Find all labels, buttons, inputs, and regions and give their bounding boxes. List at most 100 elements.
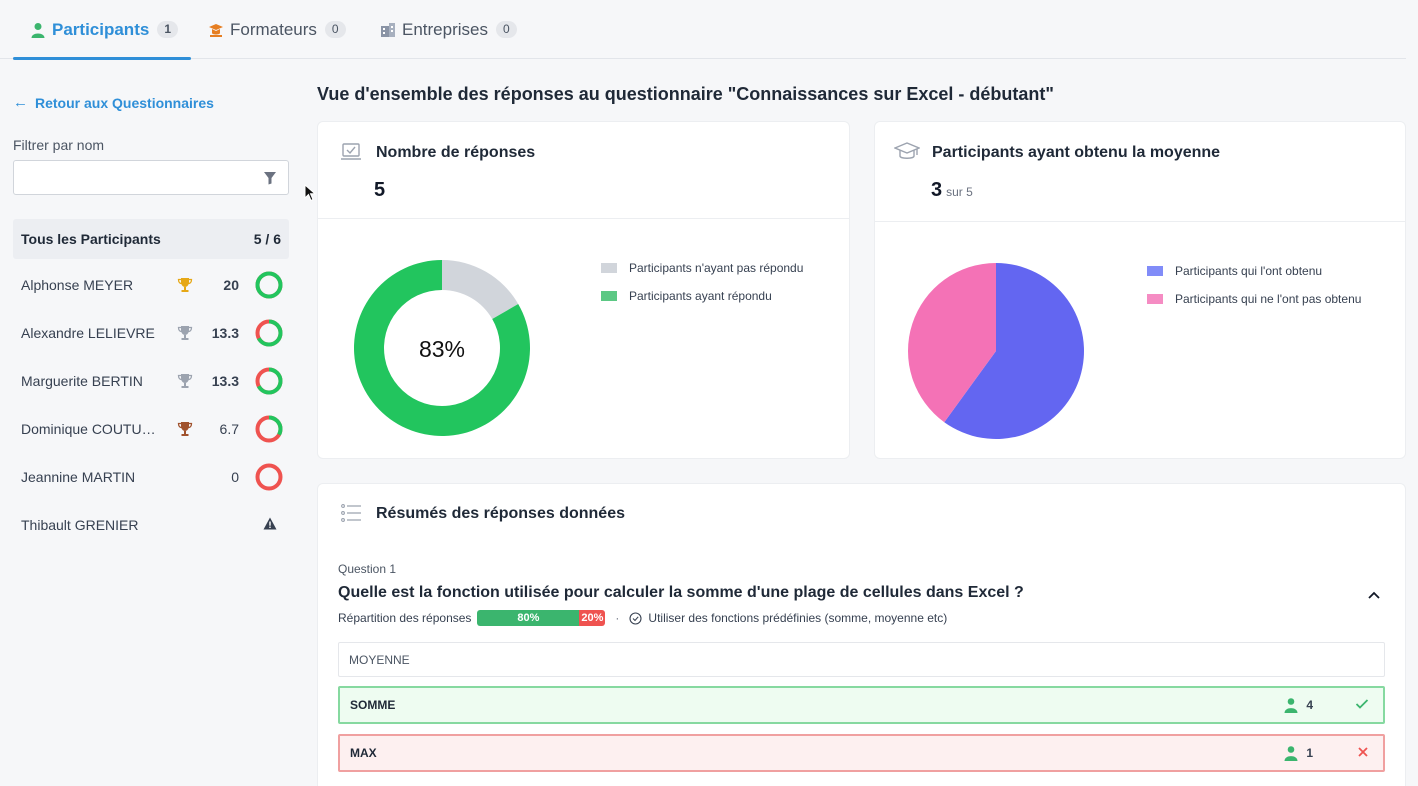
- response-distribution: Répartition des réponses 80% 20% · Utili…: [338, 609, 947, 627]
- average-legend: Participants qui l'ont obtenu Participan…: [1147, 264, 1361, 320]
- responses-legend: Participants n'ayant pas répondu Partici…: [601, 261, 803, 317]
- answer-count-value: 4: [1306, 698, 1313, 712]
- distribution-label: Répartition des réponses: [338, 611, 472, 625]
- separator-dot: ·: [615, 611, 620, 625]
- answer-label: SOMME: [350, 698, 396, 712]
- average-count: 3 sur 5: [931, 179, 973, 202]
- participant-row[interactable]: Marguerite BERTIN 13.3: [21, 357, 283, 405]
- average-card-title: Participants ayant obtenu la moyenne: [932, 144, 1221, 161]
- legend-swatch: [601, 263, 617, 273]
- donut-center-label: 83%: [419, 336, 465, 362]
- legend-label: Participants n'ayant pas répondu: [629, 261, 804, 275]
- all-participants-row[interactable]: Tous les Participants 5 / 6: [13, 219, 289, 259]
- laptop-check-icon: [340, 142, 362, 167]
- participant-row[interactable]: Alexandre LELIEVRE 13.3: [21, 309, 283, 357]
- card-divider: [875, 221, 1405, 222]
- legend-swatch: [601, 291, 617, 301]
- summary-title: Résumés des réponses données: [376, 505, 625, 522]
- participant-score: 6.7: [219, 421, 239, 437]
- legend-label: Participants qui ne l'ont pas obtenu: [1175, 292, 1362, 306]
- graduation-cap-icon: [893, 142, 921, 167]
- answer-count-value: 1: [1306, 746, 1313, 760]
- average-total: sur 5: [946, 185, 973, 199]
- skill-label: Utiliser des fonctions prédéfinies (somm…: [648, 611, 948, 625]
- user-icon: [1284, 698, 1298, 713]
- tab-formateurs-label: Formateurs: [230, 19, 317, 39]
- check-icon: [1355, 698, 1369, 713]
- answer-option-wrong[interactable]: MAX 1: [338, 734, 1385, 772]
- tab-participants-label: Participants: [52, 19, 150, 39]
- participant-score: 0: [231, 469, 239, 485]
- average-pie-chart: [908, 263, 1084, 439]
- question-text: Quelle est la fonction utilisée pour cal…: [338, 584, 1024, 601]
- participant-name: Jeannine MARTIN: [21, 469, 136, 485]
- mouse-cursor-icon: [304, 183, 317, 207]
- list-icon: [341, 504, 361, 527]
- average-card: Participants ayant obtenu la moyenne 3 su…: [874, 121, 1406, 459]
- score-ring-icon: [255, 415, 283, 446]
- tab-participants[interactable]: Participants 1: [13, 0, 191, 60]
- trophy-icon: [177, 373, 193, 392]
- answer-option[interactable]: MOYENNE: [338, 642, 1385, 677]
- skill-tag: Utiliser des fonctions prédéfinies (somm…: [629, 611, 947, 625]
- legend-item-obtained[interactable]: Participants qui l'ont obtenu: [1147, 264, 1361, 278]
- legend-label: Participants qui l'ont obtenu: [1175, 264, 1323, 278]
- close-icon: [1357, 746, 1369, 761]
- participant-name: Dominique COUTU…: [21, 421, 156, 437]
- filter-by-name-input[interactable]: [13, 160, 289, 195]
- participant-row[interactable]: Thibault GRENIER: [21, 501, 283, 549]
- participant-name: Alexandre LELIEVRE: [21, 325, 155, 341]
- answer-label: MAX: [350, 746, 377, 760]
- legend-swatch: [1147, 266, 1163, 276]
- participant-name: Thibault GRENIER: [21, 517, 139, 533]
- tab-entreprises[interactable]: Entreprises 0: [380, 0, 517, 59]
- participant-score: 13.3: [211, 325, 239, 341]
- back-to-questionnaires-link[interactable]: ← Retour aux Questionnaires: [13, 94, 214, 111]
- answer-label: MOYENNE: [349, 652, 410, 667]
- arrow-left-icon: ←: [13, 94, 28, 111]
- tab-participants-count: 1: [157, 21, 178, 38]
- responses-card: Nombre de réponses 5 83% Participants n'…: [317, 121, 850, 459]
- participant-row[interactable]: Alphonse MEYER 20: [21, 261, 283, 309]
- trophy-icon: [177, 277, 193, 296]
- legend-item-not-obtained[interactable]: Participants qui ne l'ont pas obtenu: [1147, 292, 1361, 306]
- funnel-icon[interactable]: [263, 171, 277, 190]
- check-circle-icon: [629, 611, 642, 625]
- answer-count: 1: [1284, 745, 1313, 761]
- teacher-icon: [208, 22, 224, 38]
- participant-row[interactable]: Jeannine MARTIN 0: [21, 453, 283, 501]
- score-ring-icon: [255, 319, 283, 350]
- tab-entreprises-count: 0: [495, 21, 517, 38]
- user-icon: [30, 22, 46, 38]
- back-link-label: Retour aux Questionnaires: [35, 94, 214, 111]
- building-icon: [380, 22, 396, 38]
- chevron-up-icon[interactable]: [1367, 587, 1381, 605]
- user-icon: [1284, 746, 1298, 761]
- all-participants-count: 5 / 6: [253, 231, 281, 247]
- tab-formateurs[interactable]: Formateurs 0: [208, 0, 346, 59]
- participant-score: 13.3: [211, 373, 239, 389]
- trophy-icon: [177, 325, 193, 344]
- score-ring-icon: [255, 271, 283, 302]
- responses-card-title: Nombre de réponses: [376, 144, 536, 161]
- trophy-icon: [177, 421, 193, 440]
- responses-count: 5: [374, 179, 386, 201]
- distribution-good: 80%: [477, 610, 580, 626]
- all-participants-label: Tous les Participants: [21, 231, 161, 247]
- responses-donut-chart: 83%: [354, 260, 530, 436]
- answer-count: 4: [1284, 697, 1313, 713]
- distribution-bar: 80% 20%: [477, 610, 606, 626]
- legend-swatch: [1147, 294, 1163, 304]
- participant-row[interactable]: Dominique COUTU… 6.7: [21, 405, 283, 453]
- legend-item-not-answered[interactable]: Participants n'ayant pas répondu: [601, 261, 803, 275]
- tab-formateurs-count: 0: [324, 21, 346, 38]
- average-value: 3: [931, 179, 943, 201]
- tab-entreprises-label: Entreprises: [402, 19, 488, 39]
- question-number: Question 1: [338, 562, 397, 576]
- pie-slice[interactable]: [442, 260, 519, 319]
- answer-option-correct[interactable]: SOMME 4: [338, 686, 1385, 724]
- tab-bar: Participants 1 Formateurs 0 Entreprises …: [0, 0, 1406, 60]
- filter-label: Filtrer par nom: [13, 137, 105, 153]
- legend-item-answered[interactable]: Participants ayant répondu: [601, 289, 803, 303]
- participant-name: Alphonse MEYER: [21, 277, 134, 293]
